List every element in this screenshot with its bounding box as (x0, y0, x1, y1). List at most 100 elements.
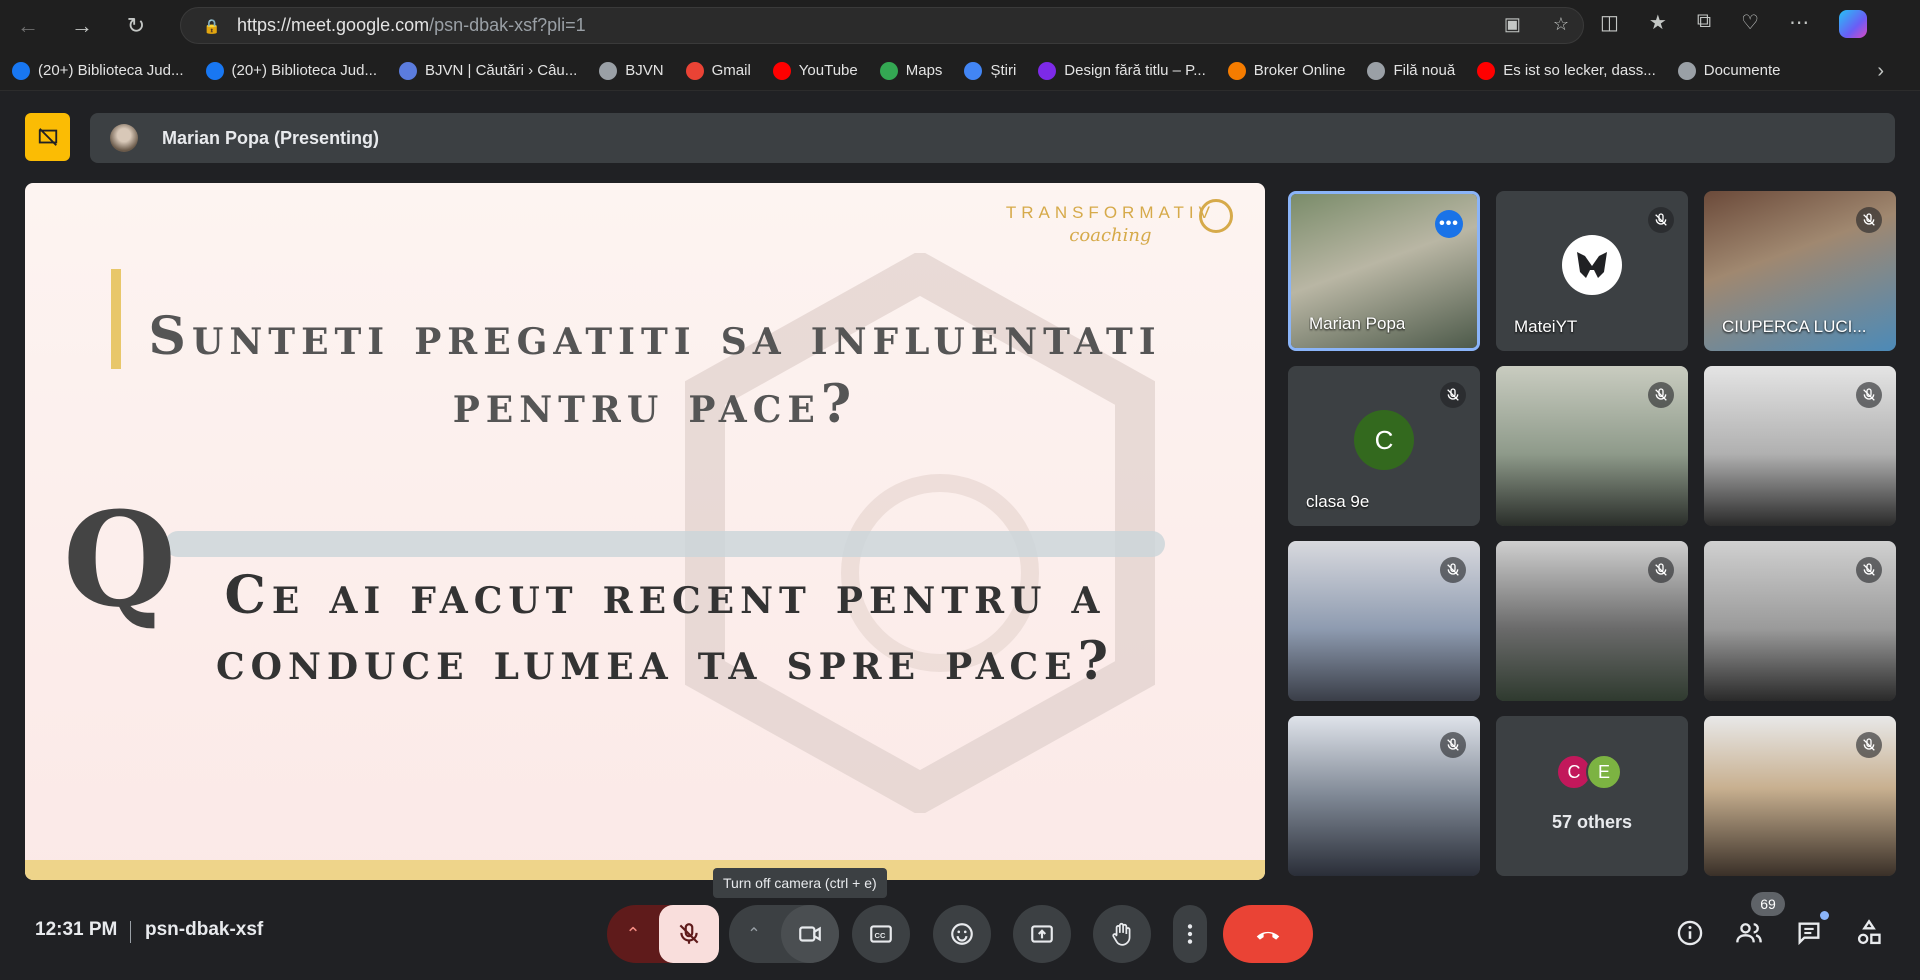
bookmark-label: Broker Online (1253, 62, 1346, 79)
mic-muted-icon (1856, 382, 1882, 408)
camera-button[interactable] (781, 905, 839, 963)
participant-tile[interactable] (1704, 366, 1896, 526)
participant-tile[interactable] (1288, 716, 1480, 876)
bookmark-label: Documente (1703, 62, 1781, 79)
address-bar[interactable]: 🔒 https://meet.google.com/psn-dbak-xsf?p… (180, 7, 1584, 44)
bookmark-label: Maps (905, 62, 943, 79)
slide-big-letter: Q (63, 483, 177, 636)
leave-call-button[interactable] (1223, 905, 1313, 963)
bookmark-label: Es ist so lecker, dass... (1503, 62, 1656, 79)
bookmark-label: YouTube (798, 62, 858, 79)
favorite-star-icon[interactable]: ☆ (1553, 14, 1569, 35)
participant-tile[interactable]: MateiYT (1496, 191, 1688, 351)
bookmark-item[interactable]: (20+) Biblioteca Jud... (12, 61, 184, 80)
more-menu-icon[interactable]: ⋯ (1789, 10, 1809, 38)
browser-toolbar: ← → ↻ 🔒 https://meet.google.com/psn-dbak… (0, 0, 1920, 51)
youtube-icon (772, 61, 791, 80)
facebook-icon (12, 61, 30, 80)
participant-tile[interactable]: CIUPERCA LUCI... (1704, 191, 1896, 351)
collections-icon[interactable]: ⧉ (1697, 10, 1711, 38)
bookmark-item[interactable]: (20+) Biblioteca Jud... (205, 61, 378, 80)
divider (130, 921, 131, 943)
participant-tile[interactable] (1704, 716, 1896, 876)
forward-button[interactable]: → (66, 10, 98, 42)
camera-control: ⌃ (729, 905, 839, 963)
present-button[interactable] (1013, 905, 1071, 963)
others-avatars: CE (1556, 754, 1622, 790)
chat-button[interactable] (1791, 915, 1827, 951)
bookmark-label: BJVN (625, 62, 664, 79)
reactions-button[interactable] (933, 905, 991, 963)
bookmark-item[interactable]: Documente (1677, 61, 1781, 80)
split-screen-icon[interactable]: ◫ (1600, 10, 1619, 38)
participant-tile[interactable] (1288, 541, 1480, 701)
participant-tile[interactable]: C E 57 others (1496, 716, 1688, 876)
more-bookmarks-icon[interactable]: › (1877, 60, 1884, 83)
bookmark-item[interactable]: Știri (964, 61, 1016, 80)
other-avatar: E (1586, 754, 1622, 790)
participant-tile[interactable] (1496, 541, 1688, 701)
participant-name: clasa 9e (1306, 492, 1370, 511)
video-options-button[interactable]: ⌃ (729, 905, 779, 963)
participant-tile[interactable] (1704, 541, 1896, 701)
back-button[interactable]: ← (12, 10, 44, 42)
browser-essentials-icon[interactable]: ♡ (1741, 10, 1759, 38)
bookmark-item[interactable]: Maps (879, 61, 943, 80)
bookmark-label: Gmail (711, 62, 751, 79)
audio-options-button[interactable]: ⌃ (607, 905, 659, 963)
mic-muted-icon (1856, 557, 1882, 583)
participant-tile[interactable]: Cclasa 9e (1288, 366, 1480, 526)
activities-button[interactable] (1851, 915, 1887, 951)
participant-count-badge: 69 (1751, 892, 1785, 916)
info-icon (1677, 920, 1703, 946)
reload-button[interactable]: ↻ (120, 10, 152, 42)
captions-button[interactable]: CC (852, 905, 910, 963)
lock-icon[interactable]: 🔒 (203, 18, 220, 34)
present-screen-icon (1031, 925, 1053, 943)
broker-icon (1227, 61, 1246, 80)
bookmark-label: (20+) Biblioteca Jud... (231, 62, 378, 79)
page-icon (1677, 61, 1696, 80)
camera-in-use-icon[interactable]: ▣ (1504, 14, 1521, 35)
copilot-icon[interactable] (1839, 10, 1868, 38)
people-icon (1736, 923, 1762, 943)
tile-options-icon[interactable]: ••• (1435, 210, 1463, 238)
more-vert-icon (1187, 924, 1193, 944)
bookmark-item[interactable]: Broker Online (1227, 61, 1346, 80)
slide-question-bottom: Ce ai facut recent pentru a conduce lume… (215, 565, 1115, 692)
url-path: /psn-dbak-xsf?pli=1 (429, 15, 586, 35)
bookmark-item[interactable]: Es ist so lecker, dass... (1477, 61, 1656, 80)
bookmark-item[interactable]: Gmail (685, 61, 751, 80)
bookmark-item[interactable]: YouTube (772, 61, 858, 80)
mask-logo-icon (1577, 252, 1607, 278)
people-button[interactable] (1731, 915, 1767, 951)
bookmark-item[interactable]: BJVN | Căutări › Câu... (399, 61, 578, 80)
slide-footer-band (25, 860, 1265, 880)
svg-text:CC: CC (875, 931, 886, 940)
unmute-button[interactable] (659, 905, 719, 963)
participant-tile[interactable] (1496, 366, 1688, 526)
meeting-details-button[interactable] (1672, 915, 1708, 951)
page-icon (599, 61, 618, 80)
favorites-icon[interactable]: ★ (1649, 10, 1667, 38)
bookmark-item[interactable]: Design fără titlu – P... (1038, 61, 1206, 80)
more-options-button[interactable] (1173, 905, 1207, 963)
mic-muted-icon (1648, 207, 1674, 233)
bookmark-item[interactable]: Filă nouă (1367, 61, 1455, 80)
url-host: https://meet.google.com (237, 15, 430, 35)
gmail-icon (685, 61, 704, 80)
maps-icon (879, 61, 898, 80)
logo-subtitle: coaching (1069, 225, 1152, 246)
participant-name: MateiYT (1514, 317, 1578, 336)
participant-tile[interactable]: ••• Marian Popa (1288, 191, 1480, 351)
bookmark-label: (20+) Biblioteca Jud... (38, 62, 184, 79)
bookmark-item[interactable]: BJVN (599, 61, 664, 80)
presenter-label: Marian Popa (Presenting) (162, 127, 380, 148)
bookmark-label: Design fără titlu – P... (1064, 62, 1206, 79)
participant-name: CIUPERCA LUCI... (1722, 317, 1867, 336)
raise-hand-button[interactable] (1093, 905, 1151, 963)
bookmark-label: BJVN | Căutări › Câu... (425, 62, 578, 79)
stop-presenting-button[interactable] (25, 113, 70, 161)
hand-icon (1112, 922, 1131, 946)
logo-mark-icon (1199, 199, 1233, 233)
